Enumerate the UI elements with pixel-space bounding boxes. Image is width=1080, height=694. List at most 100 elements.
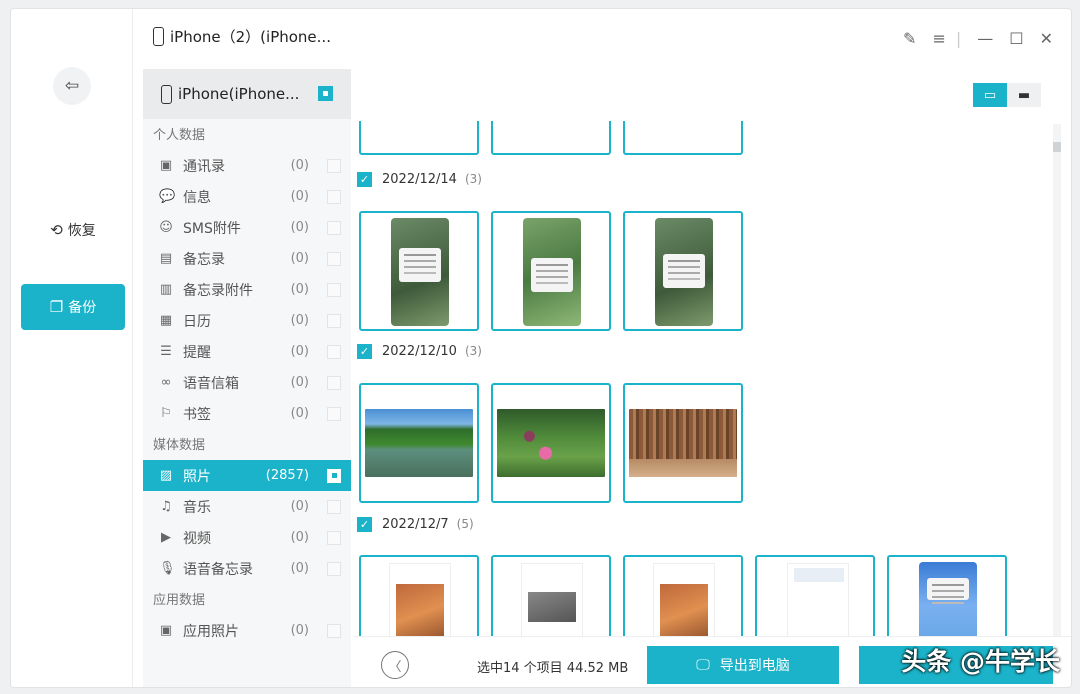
- nav-recover-label: 恢复: [67, 223, 96, 239]
- photo-thumb[interactable]: [755, 555, 875, 636]
- sidebar-item-voicemail[interactable]: ∞ 语音信箱 (0): [143, 367, 351, 398]
- sidebar-item-checkbox[interactable]: [327, 158, 341, 173]
- sidebar-item-calendar[interactable]: ▦ 日历 (0): [143, 305, 351, 336]
- app-photo-icon: ▣: [159, 623, 173, 638]
- sidebar-item-checkbox[interactable]: [327, 220, 341, 235]
- photo-thumb[interactable]: [623, 211, 743, 331]
- sidebar-item-bookmark[interactable]: ⚐ 书签 (0): [143, 398, 351, 429]
- sidebar-item-checkbox[interactable]: [327, 499, 341, 514]
- music-icon: ♫: [160, 499, 172, 514]
- photo-thumb[interactable]: [623, 555, 743, 636]
- device-checkbox[interactable]: [318, 86, 333, 101]
- sidebar-item-photo[interactable]: ▨ 照片 (2857): [143, 460, 351, 491]
- check-icon[interactable]: ✓: [357, 516, 372, 532]
- sidebar-item-count: (0): [290, 344, 309, 359]
- sidebar-item-count: (0): [290, 406, 309, 421]
- minimize-icon[interactable]: —: [977, 29, 993, 48]
- sidebar-item-checkbox[interactable]: [327, 251, 341, 266]
- feedback-icon[interactable]: ✎: [903, 29, 916, 48]
- sidebar-item-music[interactable]: ♫ 音乐 (0): [143, 491, 351, 522]
- phone-icon: [153, 27, 164, 46]
- window-title: iPhone（2）(iPhone...: [153, 26, 331, 47]
- list-view-icon[interactable]: ▬: [1007, 83, 1041, 107]
- nav-backup[interactable]: ❐ 备份: [21, 284, 125, 330]
- sidebar-item-checkbox[interactable]: [327, 623, 341, 638]
- sidebar-item-label: 视频: [183, 530, 211, 547]
- sidebar-item-count: (0): [290, 251, 309, 266]
- group-header: 媒体数据: [153, 438, 206, 453]
- photo-thumb[interactable]: [491, 121, 611, 155]
- check-icon[interactable]: ✓: [357, 171, 372, 187]
- sidebar-item-label: 日历: [183, 313, 211, 330]
- sidebar-item-checkbox[interactable]: [327, 530, 341, 545]
- maximize-icon[interactable]: ☐: [1009, 29, 1023, 48]
- copy-icon: ❐: [49, 298, 64, 316]
- back-button[interactable]: 〈: [381, 651, 409, 679]
- device-tab[interactable]: iPhone(iPhone...: [143, 69, 351, 119]
- sidebar-item-count: (0): [290, 375, 309, 390]
- date-label: 2022/12/10: [382, 343, 457, 359]
- sidebar-item-count: (0): [290, 623, 309, 638]
- refresh-icon: ⟲: [50, 221, 63, 239]
- left-rail: ⇦ ⟲ 恢复 ❐ 备份: [11, 9, 133, 687]
- exit-icon[interactable]: ⇦: [53, 67, 91, 105]
- app-window: ⇦ ⟲ 恢复 ❐ 备份 iPhone（2）(iPhone... ✎ ≡ | — …: [10, 8, 1072, 688]
- sidebar-item-checkbox[interactable]: [327, 344, 341, 359]
- photo-thumb[interactable]: [887, 555, 1007, 636]
- sidebar-item-message[interactable]: 💬 信息 (0): [143, 181, 351, 212]
- menu-icon[interactable]: ≡: [932, 29, 945, 48]
- sidebar-item-checkbox[interactable]: [327, 468, 341, 483]
- sidebar-item-count: (0): [290, 530, 309, 545]
- sidebar-item-checkbox[interactable]: [327, 282, 341, 297]
- sidebar-item-notes-attachment[interactable]: ▥ 备忘录附件 (0): [143, 274, 351, 305]
- grid-view-icon[interactable]: ▭: [973, 83, 1007, 107]
- selection-summary: 选中14 个项目 44.52 MB: [477, 661, 629, 676]
- phone-icon: [161, 84, 172, 104]
- contacts-icon: ▣: [159, 158, 173, 173]
- photo-thumb[interactable]: [359, 121, 479, 155]
- photo-thumb[interactable]: [359, 211, 479, 331]
- photo-thumb[interactable]: [623, 383, 743, 503]
- sidebar-item-checkbox[interactable]: [327, 561, 341, 576]
- sidebar-item-contacts[interactable]: ▣ 通讯录 (0): [143, 150, 351, 181]
- export-to-pc-button[interactable]: 🖵 导出到电脑: [647, 646, 839, 684]
- photo-thumb[interactable]: [491, 211, 611, 331]
- date-count: (5): [456, 517, 474, 531]
- date-header: ✓ 2022/12/7 (5): [357, 514, 474, 534]
- nav-recover[interactable]: ⟲ 恢复: [21, 207, 125, 253]
- sidebar-item-checkbox[interactable]: [327, 313, 341, 328]
- sidebar-item-label: 音乐: [183, 499, 211, 516]
- divider: |: [955, 29, 962, 48]
- message-icon: 💬: [159, 189, 176, 204]
- date-count: (3): [464, 172, 482, 186]
- photo-thumb[interactable]: [359, 383, 479, 503]
- sidebar-item-app-photo[interactable]: ▣ 应用照片 (0): [143, 615, 351, 646]
- sidebar-item-count: (0): [290, 189, 309, 204]
- voicemail-icon: ∞: [160, 375, 172, 390]
- sidebar-item-checkbox[interactable]: [327, 406, 341, 421]
- sidebar-item-sms-attachment[interactable]: ☺ SMS附件 (0): [143, 212, 351, 243]
- photo-thumb[interactable]: [623, 121, 743, 155]
- sidebar-item-count: (0): [290, 158, 309, 173]
- sidebar-item-label: 照片: [183, 468, 211, 485]
- calendar-icon: ▦: [159, 313, 173, 328]
- photo-gallery: ✓ 2022/12/14 (3) ✓ 2022/12/10 (3) ✓ 2022…: [353, 121, 1053, 636]
- sidebar-item-reminder[interactable]: ☰ 提醒 (0): [143, 336, 351, 367]
- group-header: 应用数据: [153, 593, 206, 608]
- sidebar-item-checkbox[interactable]: [327, 375, 341, 390]
- window-title-text: iPhone（2）(iPhone...: [170, 28, 331, 46]
- sidebar-item-mic[interactable]: 🎙 语音备忘录 (0): [143, 553, 351, 584]
- sidebar-item-notes[interactable]: ▤ 备忘录 (0): [143, 243, 351, 274]
- close-icon[interactable]: ✕: [1040, 29, 1053, 48]
- sidebar-item-video[interactable]: ▶ 视频 (0): [143, 522, 351, 553]
- check-icon[interactable]: ✓: [357, 343, 372, 359]
- photo-thumb[interactable]: [491, 555, 611, 636]
- photo-thumb[interactable]: [359, 555, 479, 636]
- date-count: (3): [464, 344, 482, 358]
- view-toggle: ▭ ▬: [973, 83, 1041, 107]
- gallery-scrollbar[interactable]: [1053, 124, 1061, 636]
- video-icon: ▶: [161, 530, 171, 545]
- photo-thumb[interactable]: [491, 383, 611, 503]
- sidebar-item-checkbox[interactable]: [327, 189, 341, 204]
- sidebar-item-count: (0): [290, 313, 309, 328]
